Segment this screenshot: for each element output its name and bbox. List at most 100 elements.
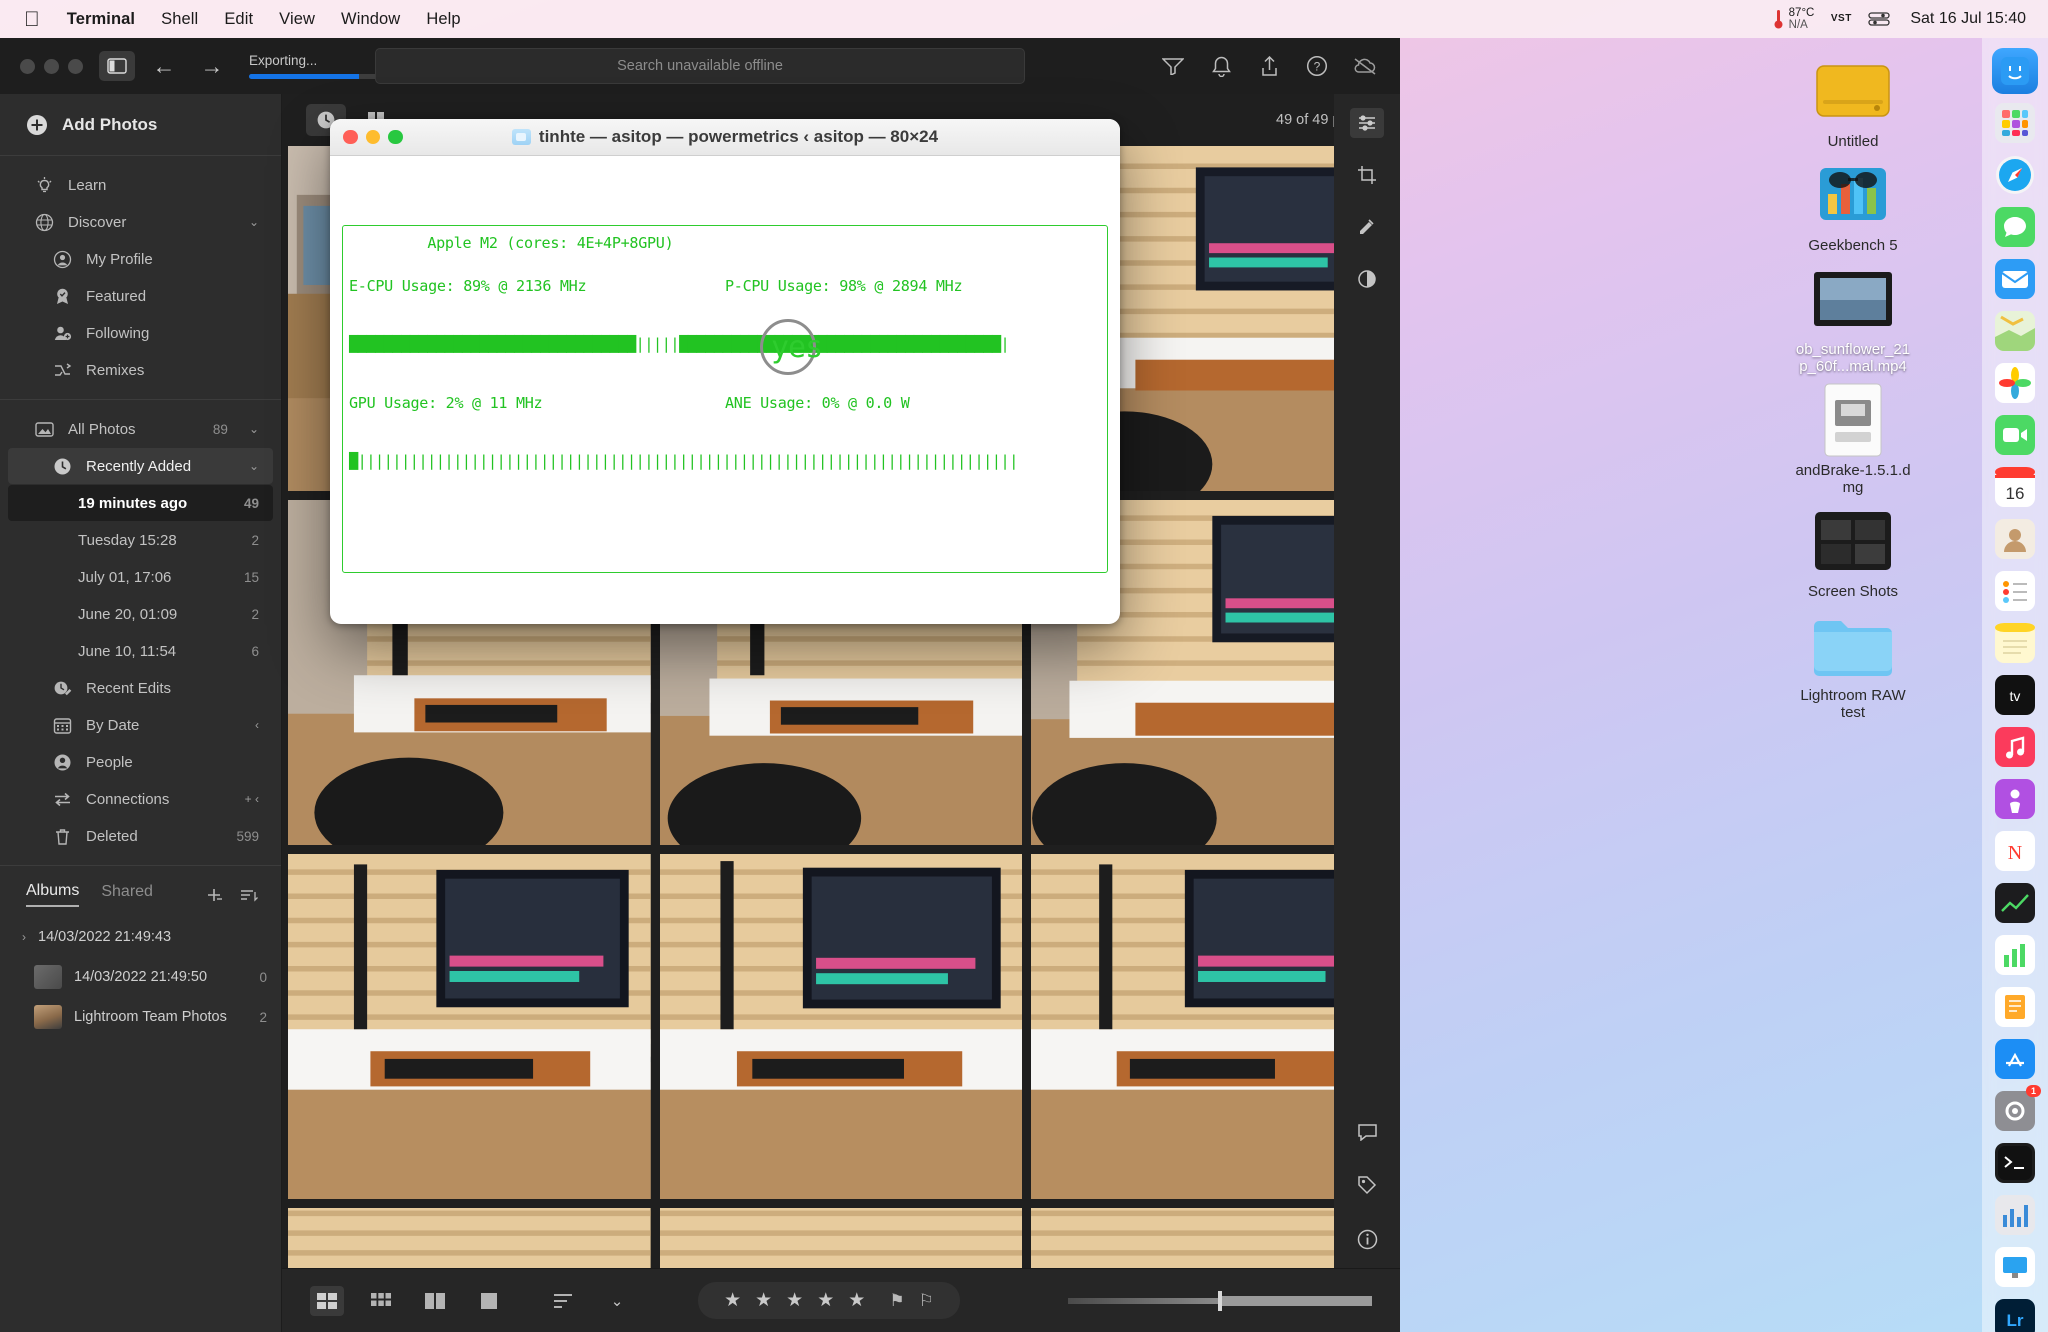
stocks-icon[interactable] (1992, 880, 2038, 926)
lightroom-icon[interactable]: Lr (1992, 1296, 2038, 1332)
vst-icon[interactable]: VST (1830, 8, 1852, 30)
menu-item-shell[interactable]: Shell (148, 10, 211, 29)
sidebar-item-june-20[interactable]: June 20, 01:09 2 (8, 596, 273, 632)
menu-item-terminal[interactable]: Terminal (54, 10, 148, 29)
sidebar-item-connections[interactable]: Connections + ‹ (8, 781, 273, 817)
news-icon[interactable]: N (1992, 828, 2038, 874)
sidebar-item-deleted[interactable]: Deleted 599 (8, 818, 273, 854)
finder-icon[interactable] (1992, 48, 2038, 94)
sidebar-item-following[interactable]: Following (8, 315, 273, 351)
sidebar-item-by-date[interactable]: By Date ‹ (8, 707, 273, 743)
appletv-icon[interactable]: tv (1992, 672, 2038, 718)
zoom-button[interactable] (388, 129, 403, 145)
temperature-status[interactable]: 87°C N/A (1773, 7, 1814, 31)
numbers-icon[interactable] (1992, 932, 2038, 978)
chevron-down-icon[interactable]: ⌄ (249, 215, 259, 229)
sidebar-item-learn[interactable]: Learn (8, 167, 273, 203)
pages-icon[interactable] (1992, 984, 2038, 1030)
zoom-button[interactable] (68, 58, 83, 74)
sidebar-item-featured[interactable]: Featured (8, 278, 273, 314)
bell-icon[interactable] (1208, 53, 1234, 79)
desktop-icon-video[interactable]: ob_sunflower_21 p_60f...mal.mp4 (1768, 260, 1938, 375)
crop-icon[interactable] (1350, 160, 1384, 190)
reminders-icon[interactable] (1992, 568, 2038, 614)
menu-item-help[interactable]: Help (413, 10, 473, 29)
add-photos-button[interactable]: Add Photos (0, 94, 281, 156)
star-icon[interactable]: ★ (848, 1289, 865, 1312)
sidebar-item-recently-added[interactable]: Recently Added ⌄ (8, 448, 273, 484)
menu-bar-clock[interactable]: Sat 16 Jul 15:40 (1906, 10, 2026, 28)
safari-icon[interactable] (1992, 152, 2038, 198)
terminal-icon[interactable] (1992, 1140, 2038, 1186)
tab-albums[interactable]: Albums (26, 882, 80, 907)
album-item[interactable]: 14/03/2022 21:49:50 0 (0, 957, 281, 997)
back-arrow-icon[interactable]: ← (145, 53, 183, 80)
cloud-offline-icon[interactable] (1352, 53, 1378, 79)
chevron-right-icon[interactable]: › (22, 930, 26, 944)
album-item[interactable]: › 14/03/2022 21:49:43 (0, 917, 281, 957)
sidebar-item-june-10[interactable]: June 10, 11:54 6 (8, 633, 273, 669)
add-connection-icon[interactable]: + ‹ (245, 792, 259, 806)
sidebar-item-my-profile[interactable]: My Profile (8, 241, 273, 277)
chevron-down-icon[interactable]: ⌄ (249, 459, 259, 473)
desktop-icon-untitled[interactable]: Untitled (1768, 52, 1938, 150)
comments-icon[interactable] (1350, 1116, 1384, 1146)
search-input[interactable]: Search unavailable offline (375, 48, 1025, 84)
sidebar-item-all-photos[interactable]: All Photos 89 ⌄ (8, 411, 273, 447)
grid-large-icon[interactable] (364, 1286, 398, 1316)
sidebar-item-19-minutes-ago[interactable]: 19 minutes ago 49 (8, 485, 273, 521)
photo-thumbnail[interactable] (659, 854, 1023, 1199)
thumbnail-size-slider[interactable] (1067, 1290, 1372, 1311)
appstore-icon[interactable] (1992, 1036, 2038, 1082)
minimize-button[interactable] (365, 129, 380, 145)
sidebar-item-people[interactable]: People (8, 744, 273, 780)
menu-item-view[interactable]: View (266, 10, 328, 29)
activity-icon[interactable] (1992, 1192, 2038, 1238)
keynote-icon[interactable] (1992, 1244, 2038, 1290)
star-icon[interactable]: ★ (817, 1289, 834, 1312)
single-view-icon[interactable] (472, 1286, 506, 1316)
sidebar-item-tuesday[interactable]: Tuesday 15:28 2 (8, 522, 273, 558)
forward-arrow-icon[interactable]: → (193, 53, 231, 80)
terminal-title-bar[interactable]: tinhte — asitop — powermetrics ‹ asitop … (330, 119, 1120, 156)
close-button[interactable] (343, 129, 358, 145)
sidebar-item-july-01[interactable]: July 01, 17:06 15 (8, 559, 273, 595)
launchpad-icon[interactable] (1992, 100, 2038, 146)
sort-chevron-icon[interactable]: ⌄ (600, 1286, 634, 1316)
split-view-icon[interactable] (418, 1286, 452, 1316)
chevron-down-icon[interactable]: ⌄ (249, 422, 259, 436)
help-icon[interactable]: ? (1304, 53, 1330, 79)
facetime-icon[interactable] (1992, 412, 2038, 458)
edit-icon[interactable] (1350, 108, 1384, 138)
sidebar-item-discover[interactable]: Discover ⌄ (8, 204, 273, 240)
filter-icon[interactable] (1160, 53, 1186, 79)
photo-thumbnail[interactable] (659, 1208, 1023, 1268)
tab-shared[interactable]: Shared (101, 883, 153, 906)
desktop-icon-screenshots[interactable]: Screen Shots (1768, 502, 1938, 600)
maps-icon[interactable] (1992, 308, 2038, 354)
podcasts-icon[interactable] (1992, 776, 2038, 822)
music-icon[interactable] (1992, 724, 2038, 770)
mail-icon[interactable] (1992, 256, 2038, 302)
flag-reject-icon[interactable]: ⚐ (919, 1291, 934, 1311)
info-icon[interactable] (1350, 1224, 1384, 1254)
photo-thumbnail[interactable] (288, 1208, 651, 1268)
keywords-icon[interactable] (1350, 1170, 1384, 1200)
star-icon[interactable]: ★ (724, 1289, 741, 1312)
minimize-button[interactable] (44, 58, 59, 74)
star-rating[interactable]: ★ ★ ★ ★ ★ ⚑ ⚐ (698, 1282, 960, 1319)
close-button[interactable] (20, 58, 35, 74)
sidebar-item-remixes[interactable]: Remixes (8, 352, 273, 388)
menu-item-edit[interactable]: Edit (211, 10, 266, 29)
notes-icon[interactable] (1992, 620, 2038, 666)
calendar-icon[interactable]: 16 (1992, 464, 2038, 510)
share-icon[interactable] (1256, 53, 1282, 79)
terminal-content[interactable]: Apple M2 (cores: 4E+4P+8GPU) E-CPU Usage… (330, 156, 1120, 624)
apple-logo-icon[interactable]:  (14, 9, 54, 30)
control-center-icon[interactable] (1868, 8, 1891, 30)
window-traffic-lights[interactable] (14, 58, 83, 74)
chevron-right-icon[interactable]: ‹ (255, 718, 259, 732)
flag-pick-icon[interactable]: ⚑ (889, 1291, 904, 1311)
add-album-icon[interactable] (205, 886, 223, 904)
grid-small-icon[interactable] (310, 1285, 344, 1316)
